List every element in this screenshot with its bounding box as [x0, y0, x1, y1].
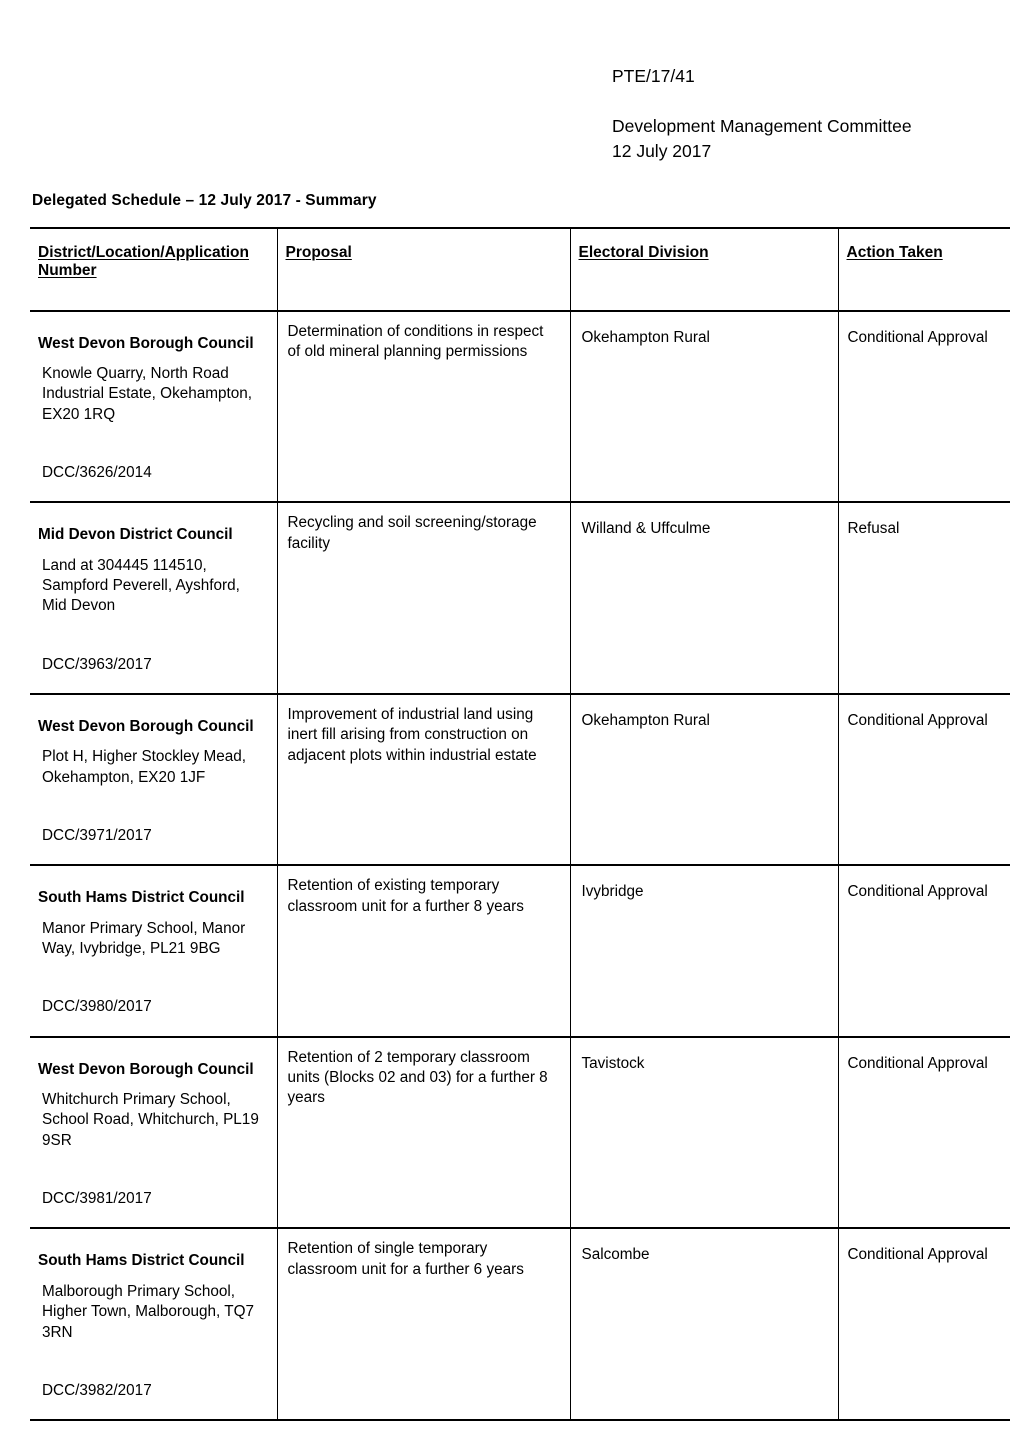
council-name: West Devon Borough Council [38, 1060, 254, 1078]
cell-action-taken: Conditional Approval [837, 1228, 1010, 1422]
council-name: West Devon Borough Council [38, 718, 254, 735]
electoral-division-text: Willand & Uffculme [581, 520, 711, 538]
cell-proposal: Improvement of industrial land using ine… [276, 694, 570, 867]
action-taken-text: Conditional Approval [847, 328, 988, 346]
table-row: West Devon Borough Council Knowle Quarry… [30, 310, 1010, 504]
column-header-proposal: Proposal [276, 226, 570, 312]
cell-electoral-division: Ivybridge [569, 865, 838, 1038]
action-taken-text: Refusal [847, 520, 900, 538]
cell-district: West Devon Borough Council Knowle Quarry… [30, 310, 277, 504]
proposal-text: Improvement of industrial land using ine… [287, 706, 537, 764]
application-number: DCC/3963/2017 [42, 655, 152, 673]
council-name: South Hams District Council [38, 889, 245, 907]
council-name: South Hams District Council [38, 1252, 245, 1270]
column-header-action-taken: Action Taken [837, 226, 1010, 312]
column-header-electoral-division-label: Electoral Division [578, 243, 709, 261]
application-number: DCC/3981/2017 [42, 1190, 152, 1208]
delegated-schedule-table: District/Location/Application Number Pro… [30, 226, 1010, 1422]
cell-electoral-division: Okehampton Rural [569, 310, 838, 504]
cell-action-taken: Conditional Approval [837, 694, 1010, 867]
electoral-division-text: Tavistock [581, 1054, 645, 1072]
column-header-district: District/Location/Application Number [30, 226, 277, 312]
site-address: Manor Primary School, Manor Way, Ivybrid… [42, 919, 246, 958]
proposal-text: Retention of single temporary classroom … [287, 1240, 524, 1278]
application-number: DCC/3980/2017 [42, 998, 152, 1016]
table-header-row: District/Location/Application Number Pro… [30, 226, 1010, 312]
cell-action-taken: Conditional Approval [837, 310, 1010, 504]
application-number: DCC/3982/2017 [42, 1381, 152, 1399]
action-taken-text: Conditional Approval [847, 712, 988, 729]
cell-district: Mid Devon District Council Land at 30444… [30, 502, 277, 695]
cell-district: South Hams District Council Malborough P… [30, 1228, 277, 1422]
action-taken-text: Conditional Approval [847, 1246, 988, 1264]
cell-electoral-division: Willand & Uffculme [569, 502, 838, 695]
council-name: Mid Devon District Council [38, 526, 233, 544]
application-number: DCC/3971/2017 [42, 827, 152, 845]
proposal-text: Recycling and soil screening/storage fac… [287, 514, 537, 552]
committee-block: Development Management Committee 12 July… [612, 114, 1020, 164]
table-row: South Hams District Council Manor Primar… [30, 865, 1010, 1038]
cell-district: West Devon Borough Council Plot H, Highe… [30, 694, 277, 867]
cell-electoral-division: Okehampton Rural [569, 694, 838, 867]
electoral-division-text: Okehampton Rural [581, 712, 710, 729]
cell-proposal: Retention of single temporary classroom … [276, 1228, 570, 1422]
cell-district: West Devon Borough Council Whitchurch Pr… [30, 1036, 277, 1230]
proposal-text: Determination of conditions in respect o… [287, 322, 544, 360]
cell-proposal: Determination of conditions in respect o… [276, 310, 570, 504]
cell-electoral-division: Salcombe [569, 1228, 838, 1422]
cell-electoral-division: Tavistock [569, 1036, 838, 1230]
cell-proposal: Retention of existing temporary classroo… [276, 865, 570, 1038]
council-name: West Devon Borough Council [38, 334, 254, 352]
document-reference: PTE/17/41 [612, 66, 695, 86]
site-address: Knowle Quarry, North Road Industrial Est… [42, 364, 253, 423]
table-body: West Devon Borough Council Knowle Quarry… [30, 310, 1010, 1422]
column-header-proposal-label: Proposal [285, 243, 352, 261]
electoral-division-text: Okehampton Rural [581, 328, 710, 346]
action-taken-text: Conditional Approval [847, 1054, 988, 1072]
site-address: Plot H, Higher Stockley Mead, Okehampton… [42, 748, 247, 786]
proposal-text: Retention of existing temporary classroo… [287, 877, 524, 915]
cell-action-taken: Conditional Approval [837, 865, 1010, 1038]
action-taken-text: Conditional Approval [847, 883, 988, 901]
cell-action-taken: Refusal [837, 502, 1010, 695]
document-page: PTE/17/41 Development Management Committ… [0, 0, 1020, 1442]
site-address: Land at 304445 114510, Sampford Peverell… [42, 556, 240, 615]
cell-proposal: Recycling and soil screening/storage fac… [276, 502, 570, 695]
column-header-electoral-division: Electoral Division [569, 226, 838, 312]
schedule-table-wrapper: District/Location/Application Number Pro… [0, 226, 1020, 1422]
proposal-text: Retention of 2 temporary classroom units… [287, 1048, 548, 1107]
cell-district: South Hams District Council Manor Primar… [30, 865, 277, 1038]
application-number: DCC/3626/2014 [42, 463, 152, 481]
table-row: Mid Devon District Council Land at 30444… [30, 502, 1010, 695]
committee-date: 12 July 2017 [612, 140, 712, 161]
table-row: West Devon Borough Council Whitchurch Pr… [30, 1036, 1010, 1230]
site-address: Whitchurch Primary School, School Road, … [42, 1091, 259, 1149]
document-header: PTE/17/41 Development Management Committ… [0, 0, 1020, 164]
table-row: South Hams District Council Malborough P… [30, 1228, 1010, 1422]
table-header: District/Location/Application Number Pro… [30, 226, 1010, 312]
cell-action-taken: Conditional Approval [837, 1036, 1010, 1230]
electoral-division-text: Ivybridge [581, 883, 644, 901]
site-address: Malborough Primary School, Higher Town, … [42, 1282, 255, 1341]
column-header-action-taken-label: Action Taken [846, 243, 943, 261]
committee-name: Development Management Committee [612, 115, 912, 136]
cell-proposal: Retention of 2 temporary classroom units… [276, 1036, 570, 1230]
electoral-division-text: Salcombe [581, 1246, 650, 1264]
table-row: West Devon Borough Council Plot H, Highe… [30, 694, 1010, 867]
column-header-district-label: District/Location/Application Number [38, 243, 249, 279]
schedule-caption: Delegated Schedule – 12 July 2017 - Summ… [32, 191, 377, 209]
